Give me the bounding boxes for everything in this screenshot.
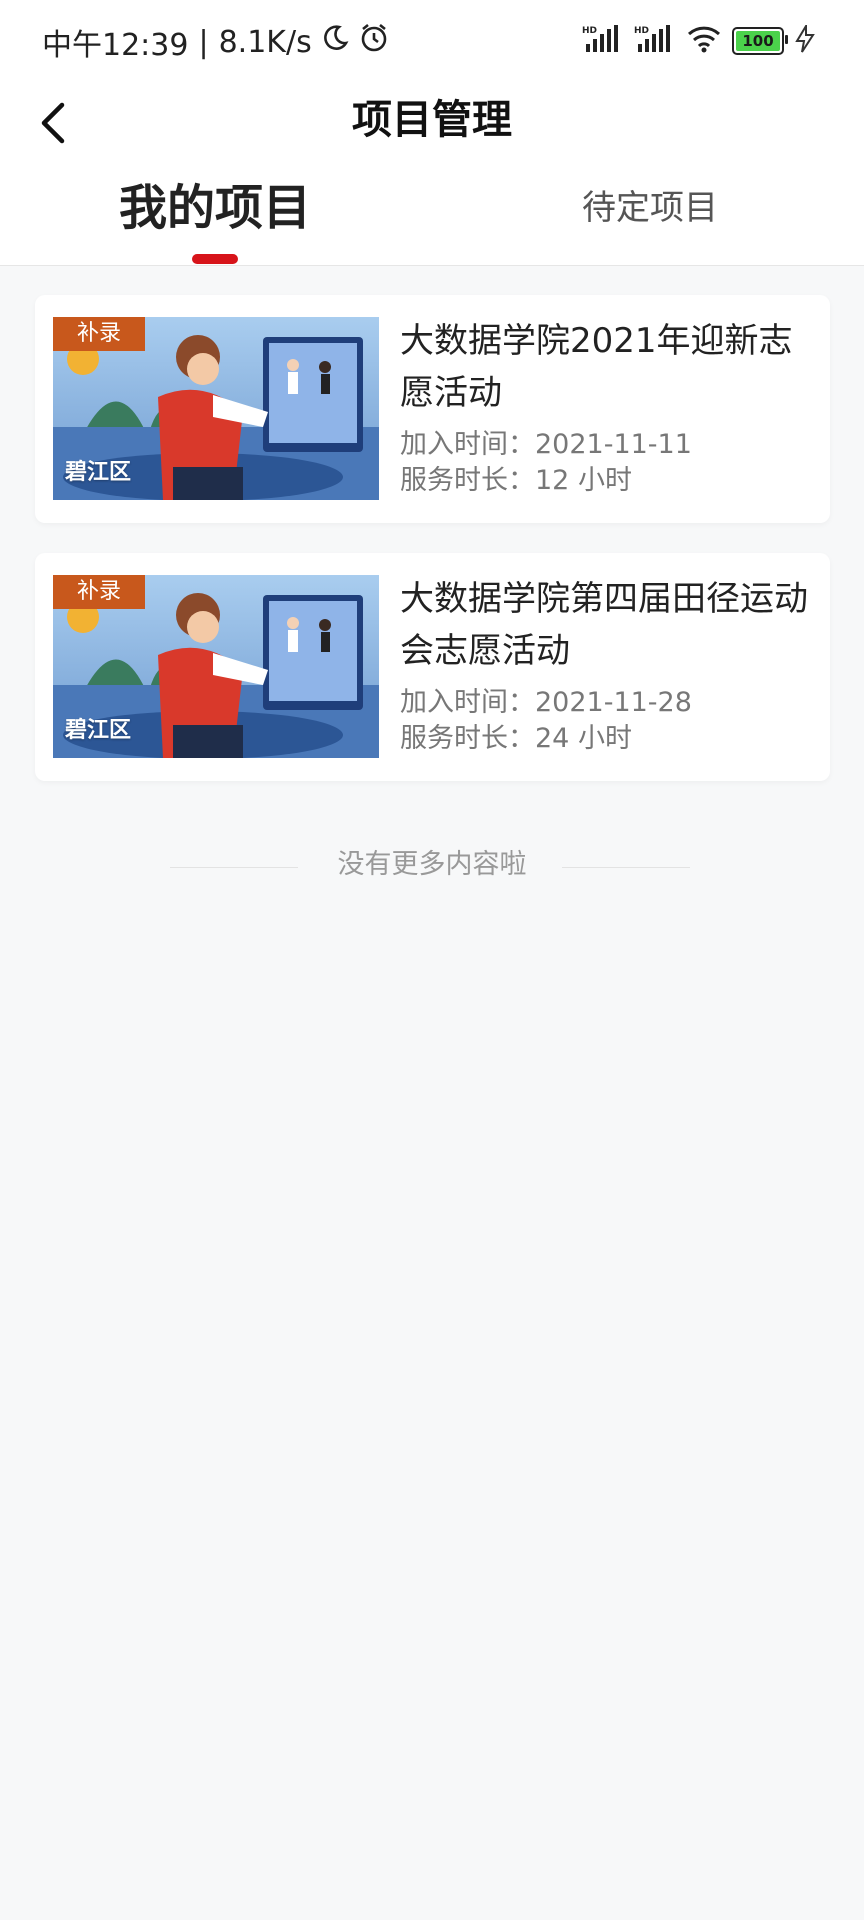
svg-text:HD: HD <box>582 26 597 36</box>
network-speed: 8.1K/s <box>218 24 312 60</box>
tab-label: 待定项目 <box>582 188 718 228</box>
tab-label: 我的项目 <box>118 180 311 236</box>
project-card[interactable]: 补录 碧江区 大数据学院第四届田径运动会志愿活动 加入时间：2021-11-28… <box>35 553 830 781</box>
svg-text:HD: HD <box>634 26 649 36</box>
signal-icon: HD <box>582 24 624 58</box>
duration-label: 服务时长： <box>400 465 535 496</box>
battery-level: 100 <box>742 32 774 50</box>
status-right: HD HD 100 <box>582 22 816 58</box>
signal-icon-2: HD <box>634 24 676 58</box>
charging-icon <box>794 22 816 57</box>
district-label: 碧江区 <box>65 460 132 485</box>
status-separator: | <box>198 24 209 60</box>
join-time-label: 加入时间： <box>400 429 535 460</box>
alarm-icon <box>358 22 390 62</box>
tab-pending-projects[interactable]: 待定项目 <box>540 168 760 264</box>
join-time-row: 加入时间：2021-11-28 <box>400 685 810 721</box>
divider-line-right <box>562 867 690 868</box>
join-time-value: 2021-11-11 <box>535 429 692 460</box>
project-title: 大数据学院第四届田径运动会志愿活动 <box>400 579 808 671</box>
project-info: 大数据学院第四届田径运动会志愿活动 加入时间：2021-11-28 服务时长：2… <box>400 573 810 757</box>
duration-value: 24 小时 <box>535 723 632 754</box>
duration-row: 服务时长：24 小时 <box>400 721 810 757</box>
join-time-value: 2021-11-28 <box>535 687 692 718</box>
tab-bar: 我的项目 待定项目 <box>0 168 864 264</box>
battery-icon: 100 <box>732 27 788 55</box>
status-left: 中午12:39 | 8.1K/s <box>42 20 390 64</box>
duration-label: 服务时长： <box>400 723 535 754</box>
project-thumbnail: 补录 碧江区 <box>53 575 379 758</box>
supplement-tag: 补录 <box>53 575 145 609</box>
no-more-divider: 没有更多内容啦 <box>0 845 864 885</box>
district-label: 碧江区 <box>65 718 132 743</box>
page-title: 项目管理 <box>352 97 512 143</box>
join-time-label: 加入时间： <box>400 687 535 718</box>
duration-row: 服务时长：12 小时 <box>400 463 810 499</box>
tab-my-projects[interactable]: 我的项目 <box>100 168 330 264</box>
wifi-icon <box>686 24 722 58</box>
join-time-row: 加入时间：2021-11-11 <box>400 427 810 463</box>
active-tab-indicator <box>192 254 238 264</box>
project-title: 大数据学院2021年迎新志愿活动 <box>400 321 793 413</box>
status-bar: 中午12:39 | 8.1K/s HD HD 100 <box>0 0 864 84</box>
moon-icon <box>320 23 350 61</box>
duration-value: 12 小时 <box>535 465 632 496</box>
project-info: 大数据学院2021年迎新志愿活动 加入时间：2021-11-11 服务时长：12… <box>400 315 810 499</box>
status-time: 中午12:39 <box>42 28 189 63</box>
project-thumbnail: 补录 碧江区 <box>53 317 379 500</box>
no-more-text: 没有更多内容啦 <box>337 849 527 880</box>
supplement-tag: 补录 <box>53 317 145 351</box>
project-card[interactable]: 补录 碧江区 大数据学院2021年迎新志愿活动 加入时间：2021-11-11 … <box>35 295 830 523</box>
